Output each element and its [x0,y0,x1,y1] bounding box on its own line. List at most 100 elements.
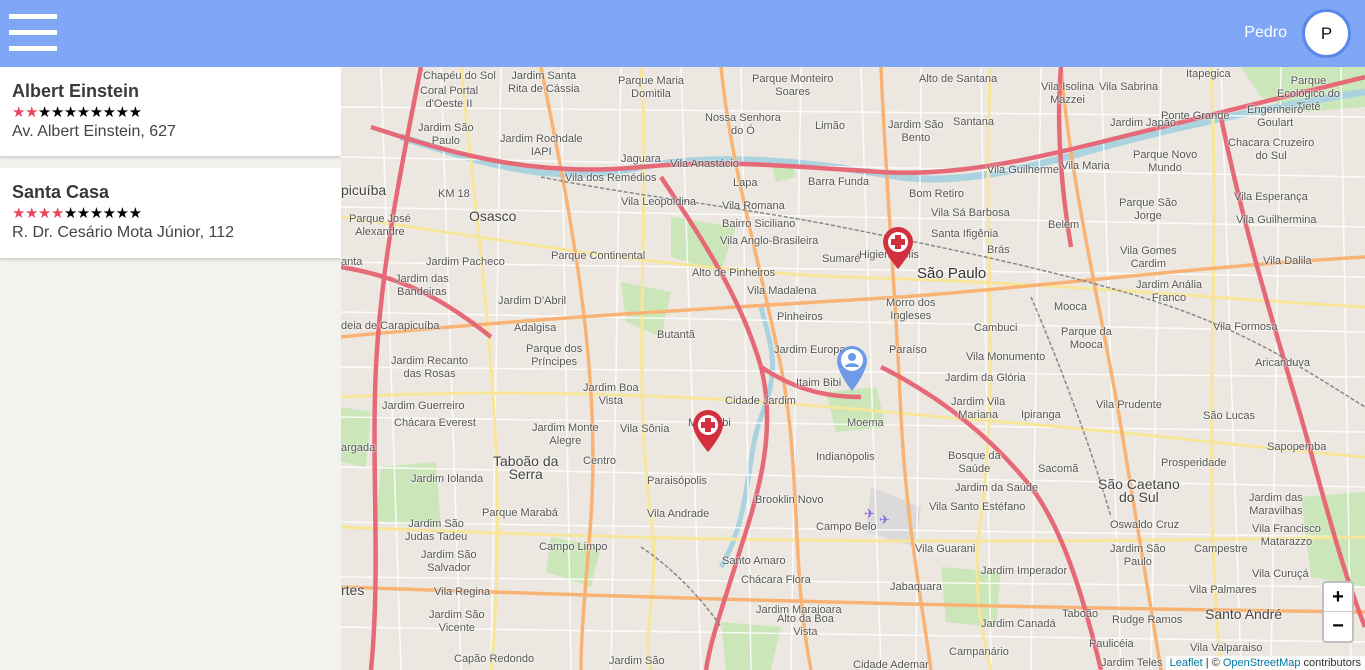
map-place-label: Bosque da Saúde [948,450,1001,475]
map-place-label: Adalgisa [514,322,557,334]
map-attribution: Leaflet | © OpenStreetMap contributors [1165,656,1365,670]
map-place-label: Aricanduva [1255,357,1311,369]
map-place-label: Vila Guilhermina [1236,214,1317,226]
zoom-control: + − [1322,581,1354,643]
map-place-label: Chapéu do Sol [423,70,496,82]
map-place-label: Santana [953,116,994,128]
map-place-label: Cidade Ademar [853,659,929,670]
map-place-label: anta [341,256,363,268]
star-filled-icon: ★ [24,104,38,121]
star-empty-icon: ★ [102,104,116,121]
map-place-label: Moema [847,417,884,429]
map-place-label: Jardim Europa [774,344,846,356]
map-place-label: Campanário [949,646,1009,658]
map-place-label: Vila Madalena [747,285,817,297]
star-filled-icon: ★ [50,205,64,222]
map-place-label: Oswaldo Cruz [1110,519,1180,531]
map[interactable]: ✈ ✈ Chapéu do Sol Jardim Santa Rita de Cás… [341,67,1365,670]
map-place-label: Jardim Imperador [981,565,1068,577]
map-place-label: Ponte Grande [1161,110,1230,122]
map-place-label: Jardim Monte Alegre [532,422,599,447]
map-place-label: Jardim São Judas Tadeu [405,518,468,543]
map-place-label: Vila Romana [722,200,785,212]
map-place-label: Alto da Boa Vista [777,613,834,638]
map-place-label: Jardim Anália Franco [1136,279,1203,304]
map-place-label: Vila Andrade [647,508,710,520]
hospital-name: Albert Einstein [12,81,140,101]
star-empty-icon: ★ [76,205,90,222]
hamburger-menu-icon[interactable] [9,14,57,52]
map-place-label: Engenheiro Goulart [1247,104,1304,129]
map-place-label: Vila Prudente [1096,399,1162,411]
map-place-label: Cambuci [974,322,1018,334]
map-place-label: rtes [341,582,365,598]
map-place-label: Vila Leopoldina [621,196,697,208]
map-place-label: Vila Guilherme [987,164,1059,176]
user-location-icon[interactable] [836,344,868,391]
map-place-label: picuíba [341,182,387,198]
map-place-label: Pinheiros [777,311,823,323]
map-place-label: Vila Sá Barbosa [931,207,1010,219]
map-place-label: Chácara Everest [394,417,476,429]
map-place-label: Vila Isolina Mazzei [1041,81,1094,106]
map-place-label: Ipiranga [1021,409,1061,421]
map-place-label: Vila Maria [1061,160,1110,172]
map-place-label: Vila Santo Estéfano [929,501,1026,513]
map-place-label: Chacara Cruzeiro do Sul [1228,137,1315,162]
map-place-label: Bom Retiro [909,188,965,200]
map-place-label: Vila Francisco Matarazzo [1252,523,1321,548]
map-place-label: Jardim Santa Rita de Cássia [508,70,580,95]
svg-text:✈: ✈ [864,507,875,522]
map-place-label: Cidade Jardim [725,395,796,407]
hospital-card[interactable]: Albert Einstein ★★★★★★★★★★ Av. Albert Ei… [0,67,341,156]
map-place-label: argada [341,442,376,454]
map-place-label: Bairro Siciliano [722,218,796,230]
map-place-label: Vila dos Remédios [565,172,657,184]
map-place-label: Butantã [657,329,695,341]
map-place-label: Parque Maria Domitila [618,75,685,100]
map-place-label: Vila Anastácio [670,158,739,170]
map-place-label: Jaguara [621,153,661,165]
star-empty-icon: ★ [115,104,129,121]
map-place-label: Vila Formosa [1213,321,1278,333]
map-place-label: Paraisópolis [647,475,707,487]
map-place-label: Campo Belo [816,521,877,533]
map-place-label: Brás [987,244,1010,256]
map-place-label: Campestre [1194,543,1248,555]
map-place-label: Jardim São Paulo [418,122,474,147]
star-empty-icon: ★ [50,104,64,121]
avatar[interactable]: P [1302,9,1351,58]
osm-link[interactable]: OpenStreetMap [1223,657,1301,669]
hospital-name: Santa Casa [12,182,110,202]
map-place-label: Chácara Flora [741,574,811,586]
map-place-label: Vila Esperança [1234,191,1308,203]
map-place-label: Jardim São Bento [888,119,944,144]
map-place-label: Parque José Alexandre [349,213,411,238]
map-place-label: Taboão da Serra [493,453,559,482]
zoom-out-button[interactable]: − [1324,612,1352,641]
map-place-label: Jardim São Vicente [429,609,485,634]
map-place-label: Jardim D'Abril [498,295,567,307]
hospital-card[interactable]: Santa Casa ★★★★★★★★★★ R. Dr. Cesário Mot… [0,168,341,258]
svg-text:✈: ✈ [879,513,890,528]
map-place-label: Rudge Ramos [1112,614,1183,626]
map-place-label: Sumaré [822,253,861,265]
map-place-label: Lapa [733,177,758,189]
map-place-label: Vila Palmares [1189,584,1257,596]
hospital-marker-icon[interactable] [882,226,914,270]
hospital-marker-icon[interactable] [692,409,724,453]
map-place-label: Campo Limpo [539,541,608,553]
map-place-label: Jardim Iolanda [411,473,484,485]
map-place-label: Paraíso [889,344,927,356]
zoom-in-button[interactable]: + [1324,583,1352,612]
leaflet-link[interactable]: Leaflet [1170,657,1203,669]
hospital-address: R. Dr. Cesário Mota Júnior, 112 [12,224,235,241]
star-filled-icon: ★ [12,205,25,222]
star-filled-icon: ★ [37,205,51,222]
star-filled-icon: ★ [12,104,25,121]
map-place-label: Itaim Bibi [796,377,842,389]
map-place-label: Paulicéia [1089,638,1134,650]
star-empty-icon: ★ [115,205,129,222]
map-place-label: Capão Redondo [454,653,535,665]
map-place-label: Jardim Canadá [981,618,1056,630]
